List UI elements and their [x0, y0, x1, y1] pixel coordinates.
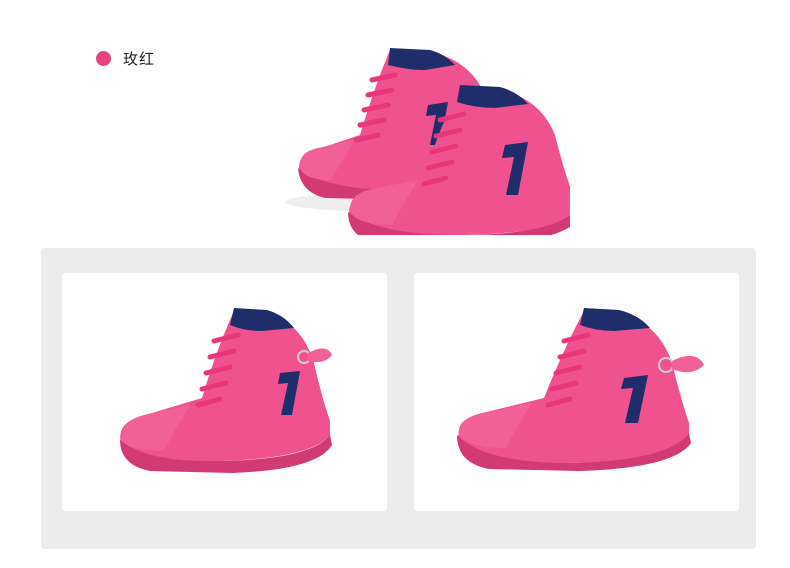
side-view-card-right: [414, 273, 739, 511]
color-option[interactable]: 玫红: [96, 46, 155, 70]
color-option-label: 玫红: [123, 49, 156, 68]
hero-shoe-pair-image: [280, 40, 570, 235]
sneaker-side-icon: [120, 308, 332, 473]
color-swatch-dot: [96, 50, 111, 66]
side-view-card-left: [62, 273, 387, 511]
sneaker-pair-icon: [285, 48, 570, 235]
sneaker-side-icon: [457, 308, 704, 471]
